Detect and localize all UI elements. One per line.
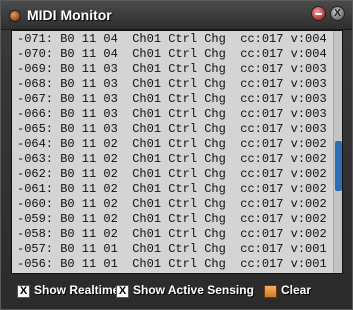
log-entry: -065: B0 11 03 Ch01 Ctrl Chg cc:017 v:00… bbox=[17, 122, 327, 136]
log-entry: -062: B0 11 02 Ch01 Ctrl Chg cc:017 v:00… bbox=[17, 167, 327, 181]
log-entry: -066: B0 11 03 Ch01 Ctrl Chg cc:017 v:00… bbox=[17, 107, 327, 121]
clear-button[interactable] bbox=[264, 285, 277, 298]
log-entry: -068: B0 11 03 Ch01 Ctrl Chg cc:017 v:00… bbox=[17, 77, 327, 91]
scrollbar-thumb[interactable] bbox=[335, 141, 342, 191]
log-entry: -059: B0 11 02 Ch01 Ctrl Chg cc:017 v:00… bbox=[17, 212, 327, 226]
log-entry: -069: B0 11 03 Ch01 Ctrl Chg cc:017 v:00… bbox=[17, 62, 327, 76]
log-entry: -071: B0 11 04 Ch01 Ctrl Chg cc:017 v:00… bbox=[17, 32, 327, 46]
log-entry: -070: B0 11 04 Ch01 Ctrl Chg cc:017 v:00… bbox=[17, 47, 327, 61]
log-entry: -060: B0 11 02 Ch01 Ctrl Chg cc:017 v:00… bbox=[17, 197, 327, 211]
minimize-icon[interactable] bbox=[311, 6, 326, 21]
show-active-sensing-checkbox[interactable]: X bbox=[116, 285, 129, 298]
midi-log-list: -071: B0 11 04 Ch01 Ctrl Chg cc:017 v:00… bbox=[12, 31, 332, 273]
log-entry: -057: B0 11 01 Ch01 Ctrl Chg cc:017 v:00… bbox=[17, 242, 327, 256]
show-realtime-label[interactable]: Show Realtime bbox=[34, 283, 119, 297]
close-icon[interactable]: X bbox=[330, 6, 345, 21]
midi-log-panel: -071: B0 11 04 Ch01 Ctrl Chg cc:017 v:00… bbox=[11, 30, 343, 274]
show-realtime-checkbox[interactable]: X bbox=[17, 285, 30, 298]
show-active-sensing-label[interactable]: Show Active Sensing bbox=[133, 283, 254, 297]
app-icon bbox=[9, 10, 21, 22]
log-entry: -063: B0 11 02 Ch01 Ctrl Chg cc:017 v:00… bbox=[17, 152, 327, 166]
clear-label[interactable]: Clear bbox=[281, 283, 311, 297]
log-entry: -067: B0 11 03 Ch01 Ctrl Chg cc:017 v:00… bbox=[17, 92, 327, 106]
title-bar[interactable]: MIDI Monitor X bbox=[1, 1, 352, 30]
log-entry: -058: B0 11 02 Ch01 Ctrl Chg cc:017 v:00… bbox=[17, 227, 327, 241]
window-title: MIDI Monitor bbox=[27, 7, 112, 23]
log-entry: -056: B0 11 01 Ch01 Ctrl Chg cc:017 v:00… bbox=[17, 257, 327, 271]
log-entry: -061: B0 11 02 Ch01 Ctrl Chg cc:017 v:00… bbox=[17, 182, 327, 196]
options-bar: X Show Realtime X Show Active Sensing Cl… bbox=[1, 277, 352, 309]
log-entry: -064: B0 11 02 Ch01 Ctrl Chg cc:017 v:00… bbox=[17, 137, 327, 151]
log-scrollbar[interactable] bbox=[333, 31, 342, 273]
midi-monitor-window: MIDI Monitor X -071: B0 11 04 Ch01 Ctrl … bbox=[0, 0, 353, 310]
